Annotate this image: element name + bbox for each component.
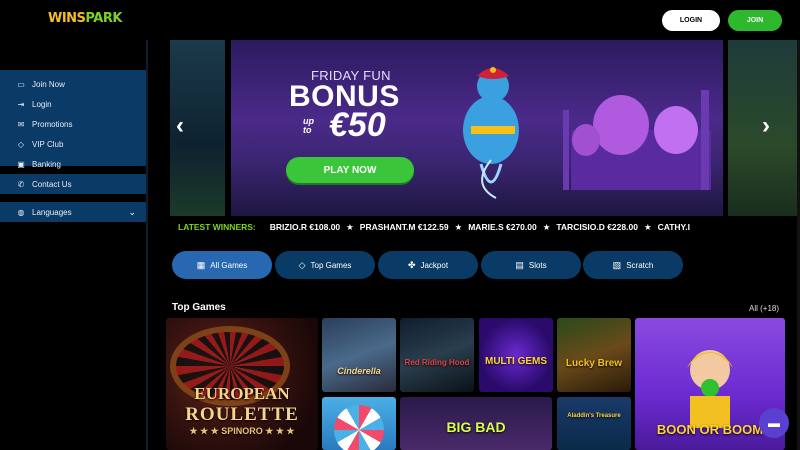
game-tile-lucky-brew[interactable]: Lucky Brew <box>557 318 631 392</box>
game-subtitle: ★ ★ ★ SPINORO ★ ★ ★ <box>189 426 295 436</box>
game-title: ROULETTE <box>185 404 299 425</box>
scratch-icon: ▧ <box>612 259 622 270</box>
hero-carousel: FRIDAY FUN BONUS up to €50 PLAY NOW ‹ › <box>170 40 800 216</box>
globe-icon: ◍ <box>17 207 25 217</box>
winner-entry: BRIZIO.R €108.00 <box>269 222 341 232</box>
star-icon: ★ <box>643 221 652 232</box>
game-title: MULTI GEMS <box>484 356 548 367</box>
phone-icon: ✆ <box>17 179 25 189</box>
join-button[interactable]: JOIN <box>728 10 782 31</box>
sidebar-item-vip-club[interactable]: ◇ VIP Club <box>0 134 146 154</box>
winner-entry: PRASHANT.M €122.59 <box>359 222 449 232</box>
game-tile-aladdins-treasure[interactable]: Aladdin's Treasure <box>557 397 631 450</box>
star-icon: ★ <box>346 221 354 232</box>
top-bar: WINSPARK LOGIN JOIN <box>0 0 800 40</box>
sidebar-item-promotions[interactable]: ✉ Promotions <box>0 114 146 134</box>
winners-label: LATEST WINNERS: <box>178 222 256 232</box>
tab-label: All Games <box>210 260 248 270</box>
sidebar: ▭ Join Now ⇥ Login ✉ Promotions ◇ VIP Cl… <box>0 40 148 450</box>
tab-jackpot[interactable]: ✤ Jackpot <box>378 251 478 279</box>
game-tile-wheel[interactable] <box>322 397 396 450</box>
tab-all-games[interactable]: ▦ All Games <box>172 251 272 279</box>
carousel-current-slide[interactable]: FRIDAY FUN BONUS up to €50 PLAY NOW <box>231 40 723 216</box>
game-character-image <box>687 350 733 428</box>
sidebar-item-label: Login <box>32 99 52 109</box>
game-tile-big-bad[interactable]: BIG BAD <box>400 397 552 450</box>
game-tile-cinderella[interactable]: Cinderella <box>322 318 396 392</box>
game-tile-multi-gems[interactable]: MULTI GEMS <box>479 318 553 392</box>
chevron-left-icon[interactable]: ‹ <box>176 112 184 140</box>
latest-winners-ticker: LATEST WINNERS: BRIZIO.R €108.00 ★ PRASH… <box>170 218 800 236</box>
winner-entry: CATHY.I <box>657 222 690 232</box>
sidebar-item-label: Languages <box>32 207 72 217</box>
sidebar-item-contact[interactable]: ✆ Contact Us <box>0 174 146 194</box>
game-title: Aladdin's Treasure <box>567 413 621 419</box>
login-button[interactable]: LOGIN <box>662 10 720 31</box>
promotions-icon: ✉ <box>17 119 25 129</box>
tab-label: Top Games <box>310 260 352 270</box>
sidebar-item-label: Banking <box>32 159 61 169</box>
sidebar-contact[interactable]: ✆ Contact Us <box>0 174 146 194</box>
star-icon: ★ <box>542 221 551 232</box>
diamond-icon: ◇ <box>298 259 306 270</box>
game-tile-european-roulette[interactable]: EUROPEAN ROULETTE ★ ★ ★ SPINORO ★ ★ ★ <box>166 318 318 450</box>
sidebar-item-label: Join Now <box>32 79 65 89</box>
winner-entry: TARCISIO.D €228.00 <box>556 222 638 232</box>
logo-text-1: WINS <box>48 11 86 26</box>
section-title: Top Games <box>172 302 226 313</box>
chevron-right-icon[interactable]: › <box>762 112 770 140</box>
game-title: Red Riding Hood <box>404 358 470 367</box>
promo-amount: €50 <box>329 106 386 144</box>
grid-icon: ▦ <box>196 259 206 270</box>
sidebar-item-languages[interactable]: ◍ Languages <box>0 202 146 222</box>
banking-icon: ▣ <box>17 159 25 169</box>
login-icon: ⇥ <box>17 99 25 109</box>
tab-label: Slots <box>528 260 547 270</box>
sidebar-item-join-now[interactable]: ▭ Join Now <box>0 74 146 94</box>
logo-text-2: PARK <box>85 11 122 26</box>
sidebar-item-label: VIP Club <box>32 139 64 149</box>
play-now-button[interactable]: PLAY NOW <box>286 157 414 183</box>
game-title: EUROPEAN <box>194 384 290 403</box>
wins-park-logo[interactable]: WINSPARK <box>48 11 122 26</box>
winner-entry: MARIE.S €270.00 <box>468 222 537 232</box>
palace-illustration <box>563 90 711 190</box>
tab-label: Jackpot <box>420 260 449 270</box>
genie-illustration <box>463 67 519 199</box>
star-icon: ★ <box>454 221 463 232</box>
chat-bubble-icon[interactable]: ▬ <box>759 408 789 438</box>
upto-line2: to <box>303 125 312 135</box>
tab-slots[interactable]: ▤ Slots <box>481 251 581 279</box>
wheel-image <box>334 405 384 450</box>
sidebar-menu: ▭ Join Now ⇥ Login ✉ Promotions ◇ VIP Cl… <box>0 70 146 169</box>
sidebar-item-label: Contact Us <box>32 179 72 189</box>
sidebar-item-banking[interactable]: ▣ Banking <box>0 154 146 174</box>
join-icon: ▭ <box>17 79 25 89</box>
game-title: BIG BAD <box>446 419 506 435</box>
sidebar-item-login[interactable]: ⇥ Login <box>0 94 146 114</box>
slots-icon: ▤ <box>515 259 524 270</box>
sidebar-languages[interactable]: ◍ Languages ⌄ <box>0 202 146 222</box>
tab-scratch[interactable]: ▧ Scratch <box>583 251 683 279</box>
diamond-icon: ◇ <box>17 139 25 149</box>
view-all-link[interactable]: All (+18) <box>749 304 779 313</box>
chevron-down-icon[interactable]: ⌄ <box>128 207 136 218</box>
game-title: Cinderella <box>337 366 381 376</box>
game-tile-red-riding-hood[interactable]: Red Riding Hood <box>400 318 474 392</box>
tab-top-games[interactable]: ◇ Top Games <box>275 251 375 279</box>
sidebar-item-label: Promotions <box>32 119 73 129</box>
clover-icon: ✤ <box>407 259 416 270</box>
promo-upto: up to <box>303 117 314 135</box>
tab-label: Scratch <box>626 260 654 270</box>
game-title: Lucky Brew <box>565 358 623 369</box>
